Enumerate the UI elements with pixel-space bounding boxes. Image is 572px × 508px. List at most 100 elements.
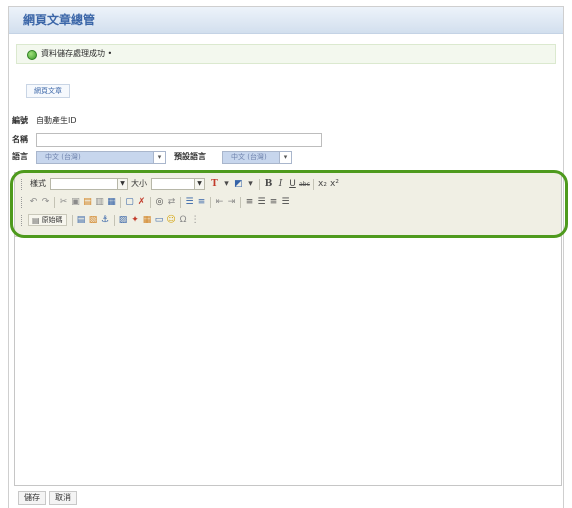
strikethrough-button[interactable]: abc xyxy=(299,178,310,190)
toolbar-row-1: 樣式 ▼ 大小 ▼ T ▾ ◩ ▾ B I Uabc x₂ x² xyxy=(21,178,340,190)
toolbar-row-3: ▤ 原始碼 ▤ ▧ ⚓ ▨ ✦ ▦ ▭ ☺ Ω ⋮ xyxy=(21,214,201,226)
source-button[interactable]: ▤ 原始碼 xyxy=(28,214,67,226)
superscript-button[interactable]: x² xyxy=(329,178,340,190)
select-all-icon: ▢ xyxy=(125,197,134,207)
remove-format-icon: ✗ xyxy=(137,197,146,207)
image-icon: ▨ xyxy=(118,215,128,225)
flash-button[interactable]: ✦ xyxy=(130,214,141,226)
toolbar-separator xyxy=(113,214,115,226)
template-icon: ▤ xyxy=(76,215,86,225)
form-actions: 儲存 取消 xyxy=(18,491,77,505)
style-combo[interactable]: ▼ xyxy=(50,178,128,190)
toolbar-separator xyxy=(54,196,55,208)
chevron-down-icon: ▾ xyxy=(248,179,253,189)
id-label: 編號 xyxy=(12,116,28,125)
editor-content-area[interactable] xyxy=(15,238,561,485)
align-justify-button[interactable]: ☰ xyxy=(280,196,291,208)
name-label: 名稱 xyxy=(12,135,28,144)
chevron-down-button[interactable]: ▾ xyxy=(245,178,256,190)
align-left-button[interactable]: ≡ xyxy=(244,196,255,208)
bold-button[interactable]: B xyxy=(263,178,274,190)
unordered-list-icon: ≡ xyxy=(197,197,206,207)
replace-button[interactable]: ⇄ xyxy=(166,196,177,208)
page-break-button[interactable]: ⋮ xyxy=(190,214,201,226)
italic-button[interactable]: I xyxy=(275,178,286,190)
align-center-button[interactable]: ☰ xyxy=(256,196,267,208)
editor-toolbar: 樣式 ▼ 大小 ▼ T ▾ ◩ ▾ B I Uabc x₂ x² ↶ ↷ ✂ ▣ ▤ ▥ ▦ ▢ ✗ ◎ ⇄ ☰ ≡ ⇤ ⇥… xyxy=(15,173,561,237)
cut-button[interactable]: ✂ xyxy=(58,196,69,208)
horizontal-rule-icon: ▭ xyxy=(154,215,164,225)
indent-button[interactable]: ⇥ xyxy=(226,196,237,208)
toolbar-separator xyxy=(259,178,260,190)
save-button[interactable]: 儲存 xyxy=(18,491,46,505)
bg-color-button[interactable]: ◩ xyxy=(233,178,244,190)
redo-icon: ↷ xyxy=(41,197,50,207)
toolbar-row-2: ↶ ↷ ✂ ▣ ▤ ▥ ▦ ▢ ✗ ◎ ⇄ ☰ ≡ ⇤ ⇥ ≡ ☰ ≡ ☰ xyxy=(21,196,291,208)
toolbar-grip[interactable] xyxy=(21,196,24,208)
table-icon: ▦ xyxy=(142,215,152,225)
undo-button[interactable]: ↶ xyxy=(28,196,39,208)
style-label: 樣式 xyxy=(30,179,46,188)
size-label: 大小 xyxy=(131,179,147,188)
cancel-button[interactable]: 取消 xyxy=(49,491,77,505)
horizontal-rule-button[interactable]: ▭ xyxy=(154,214,165,226)
save-template-icon: ▧ xyxy=(88,215,98,225)
table-button[interactable]: ▦ xyxy=(142,214,153,226)
align-right-button[interactable]: ≡ xyxy=(268,196,279,208)
chevron-down-button[interactable]: ▾ xyxy=(221,178,232,190)
toolbar-separator xyxy=(120,196,121,208)
find-button[interactable]: ◎ xyxy=(154,196,165,208)
status-message-text: 資料儲存處理成功 • xyxy=(41,49,113,58)
anchor-icon: ⚓ xyxy=(101,215,110,225)
special-char-button[interactable]: Ω xyxy=(178,214,189,226)
smiley-button[interactable]: ☺ xyxy=(166,214,177,226)
tab-article[interactable]: 網頁文章 xyxy=(26,84,70,98)
text-color-button[interactable]: T xyxy=(209,178,220,190)
italic-icon: I xyxy=(278,179,283,189)
template-button[interactable]: ▤ xyxy=(76,214,87,226)
toolbar-separator xyxy=(180,196,181,208)
select-all-button[interactable]: ▢ xyxy=(124,196,135,208)
chevron-down-icon[interactable]: ▾ xyxy=(153,152,165,163)
language-select[interactable]: 中文 (台灣) ▾ xyxy=(36,151,166,164)
unordered-list-button[interactable]: ≡ xyxy=(196,196,207,208)
anchor-button[interactable]: ⚓ xyxy=(100,214,111,226)
toolbar-grip[interactable] xyxy=(21,214,24,226)
redo-button[interactable]: ↷ xyxy=(40,196,51,208)
default-language-select-value: 中文 (台灣) xyxy=(231,153,267,161)
ordered-list-icon: ☰ xyxy=(185,197,194,207)
align-right-icon: ≡ xyxy=(269,197,278,207)
subscript-button[interactable]: x₂ xyxy=(317,178,328,190)
save-template-button[interactable]: ▧ xyxy=(88,214,99,226)
remove-format-button[interactable]: ✗ xyxy=(136,196,147,208)
ordered-list-button[interactable]: ☰ xyxy=(184,196,195,208)
paste-word-button[interactable]: ▦ xyxy=(106,196,117,208)
source-icon: ▤ xyxy=(32,215,40,225)
underline-icon: U xyxy=(289,179,296,189)
toolbar-grip[interactable] xyxy=(21,178,24,190)
image-button[interactable]: ▨ xyxy=(118,214,129,226)
name-input[interactable] xyxy=(36,133,322,147)
default-language-select[interactable]: 中文 (台灣) ▾ xyxy=(222,151,292,164)
outdent-button[interactable]: ⇤ xyxy=(214,196,225,208)
chevron-down-icon[interactable]: ▼ xyxy=(117,179,127,189)
chevron-down-icon[interactable]: ▼ xyxy=(194,179,204,189)
underline-button[interactable]: U xyxy=(287,178,298,190)
toolbar-separator xyxy=(240,196,241,208)
copy-button[interactable]: ▣ xyxy=(70,196,81,208)
id-value: 自動產生ID xyxy=(36,116,77,125)
toolbar-separator xyxy=(150,196,151,208)
page: 網頁文章總管 資料儲存處理成功 • 網頁文章 編號 自動產生ID 名稱 語言 中… xyxy=(0,0,572,508)
size-combo[interactable]: ▼ xyxy=(151,178,205,190)
default-language-label: 預設語言 xyxy=(174,152,206,161)
special-char-icon: Ω xyxy=(179,215,187,225)
paste-text-button[interactable]: ▥ xyxy=(94,196,105,208)
paste-word-icon: ▦ xyxy=(107,197,116,207)
source-button-label: 原始碼 xyxy=(41,216,63,224)
language-label: 語言 xyxy=(12,152,28,161)
superscript-icon: x² xyxy=(330,179,339,189)
toolbar-separator xyxy=(313,178,314,190)
paste-button[interactable]: ▤ xyxy=(82,196,93,208)
chevron-down-icon[interactable]: ▾ xyxy=(279,152,291,163)
flash-icon: ✦ xyxy=(131,215,139,225)
